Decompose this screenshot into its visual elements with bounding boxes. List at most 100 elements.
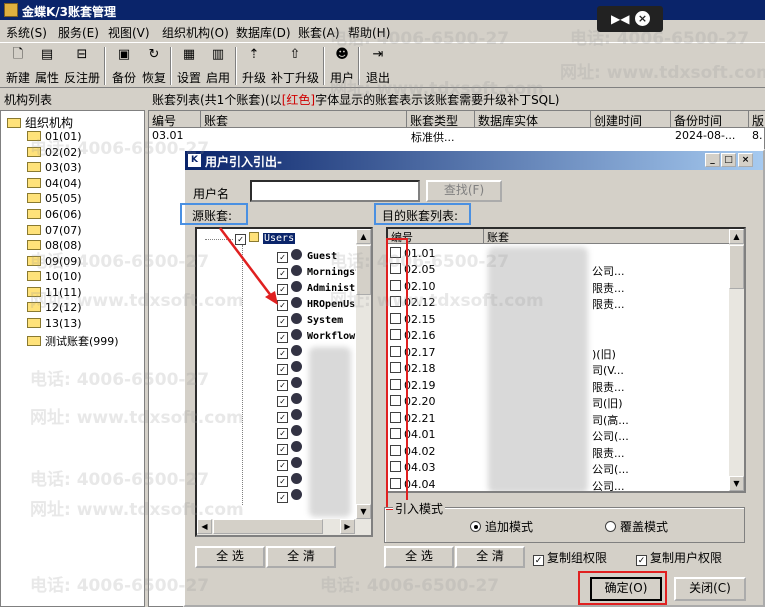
scroll-right-arrow[interactable]: ▶	[340, 519, 355, 534]
row-id[interactable]: 03.01	[152, 129, 184, 142]
tree-item[interactable]: 测试账套(999)	[27, 333, 119, 349]
pin-icon[interactable]: ▶◀	[611, 12, 629, 26]
scroll-down-arrow[interactable]: ▼	[729, 476, 744, 491]
source-user[interactable]: ✓	[277, 473, 307, 487]
scroll-down-arrow[interactable]: ▼	[356, 504, 371, 519]
source-user[interactable]: ✓ Administ	[277, 281, 355, 295]
column-header[interactable]: 备份时间	[671, 111, 749, 128]
source-user[interactable]: ✓	[277, 393, 307, 407]
username-input[interactable]	[250, 180, 420, 202]
source-user[interactable]: ✓	[277, 361, 307, 375]
column-header[interactable]: 编号	[149, 111, 201, 128]
column-header[interactable]: 创建时间	[591, 111, 671, 128]
scroll-thumb[interactable]	[729, 245, 744, 289]
source-user[interactable]: ✓	[277, 345, 307, 359]
checkbox[interactable]: ✓	[277, 412, 288, 423]
scroll-thumb[interactable]	[213, 519, 323, 534]
checkbox[interactable]: ✓	[277, 444, 288, 455]
checkbox[interactable]: ✓	[277, 460, 288, 471]
source-user[interactable]: ✓ Morningst	[277, 265, 361, 279]
column-header[interactable]: 版	[749, 111, 765, 128]
ok-button[interactable]: 确定(O)	[590, 577, 662, 601]
toolbar-upgrade-button[interactable]: ⇡ 升级	[240, 45, 268, 87]
column-header[interactable]: 账套	[201, 111, 407, 128]
scroll-up-arrow[interactable]: ▲	[729, 229, 744, 244]
copy-org-permissions-checkbox[interactable]: ✓ 复制组权限	[533, 549, 607, 566]
source-user[interactable]: ✓ Workflow	[277, 329, 355, 343]
source-horizontal-scrollbar[interactable]: ◀ ▶	[197, 519, 371, 535]
toolbar-unregister-button[interactable]: ⊟ 反注册	[63, 45, 101, 87]
clear-target-button[interactable]: 全 清	[455, 546, 525, 568]
source-vertical-scrollbar[interactable]: ▲ ▼	[356, 229, 371, 519]
checkbox[interactable]: ✓	[533, 555, 544, 566]
clear-source-button[interactable]: 全 清	[266, 546, 336, 568]
radio-button[interactable]	[605, 521, 616, 532]
tree-item[interactable]: 03(03)	[27, 161, 82, 174]
scroll-thumb[interactable]	[356, 245, 371, 295]
source-user[interactable]: ✓	[277, 457, 307, 471]
copy-user-permissions-checkbox[interactable]: ✓ 复制用户权限	[636, 549, 722, 566]
source-user[interactable]: ✓ System	[277, 313, 343, 327]
tree-item[interactable]: 06(06)	[27, 208, 82, 221]
tree-root[interactable]: 组织机构	[7, 114, 73, 131]
target-column-header[interactable]: 账套	[484, 229, 730, 244]
tree-item[interactable]: 04(04)	[27, 177, 82, 190]
checkbox[interactable]: ✓	[277, 316, 288, 327]
toolbar-settings-button[interactable]: ▦ 设置	[175, 45, 203, 87]
checkbox[interactable]: ✓	[277, 396, 288, 407]
checkbox[interactable]: ✓	[636, 555, 647, 566]
source-user[interactable]: ✓ HROpenUs	[277, 297, 355, 311]
toolbar-enable-button[interactable]: ▥ 启用	[204, 45, 232, 87]
tree-item[interactable]: 13(13)	[27, 317, 82, 330]
tree-item[interactable]: 09(09)	[27, 255, 82, 268]
checkbox[interactable]: ✓	[277, 332, 288, 343]
target-account-list[interactable]: 编号 账套 01.01 02.05 02.10 02.12 02.15 02.1…	[386, 227, 746, 493]
tree-item[interactable]: 11(11)	[27, 286, 82, 299]
tree-item[interactable]: 05(05)	[27, 192, 82, 205]
close-icon[interactable]: ×	[635, 11, 650, 26]
tree-item[interactable]: 12(12)	[27, 301, 82, 314]
tree-item[interactable]: 10(10)	[27, 270, 82, 283]
find-button[interactable]: 查找(F)	[426, 180, 502, 202]
tree-item[interactable]: 02(02)	[27, 146, 82, 159]
menu-account[interactable]: 账套(A)	[298, 24, 340, 41]
checkbox[interactable]: ✓	[277, 492, 288, 503]
menu-database[interactable]: 数据库(D)	[236, 24, 291, 41]
overwrite-mode-radio[interactable]: 覆盖模式	[605, 518, 668, 535]
toolbar-restore-button[interactable]: ↻ 恢复	[140, 45, 168, 87]
column-header[interactable]: 账套类型	[407, 111, 475, 128]
toolbar-exit-button[interactable]: ⇥ 退出	[364, 45, 392, 87]
toolbar-properties-button[interactable]: ▤ 属性	[33, 45, 61, 87]
menu-help[interactable]: 帮助(H)	[348, 24, 390, 41]
scroll-left-arrow[interactable]: ◀	[197, 519, 212, 534]
tree-item[interactable]: 08(08)	[27, 239, 82, 252]
toolbar-backup-button[interactable]: ▣ 备份	[110, 45, 138, 87]
checkbox[interactable]: ✓	[277, 348, 288, 359]
toolbar-user-button[interactable]: ☻ 用户	[328, 45, 356, 87]
tree-item[interactable]: 01(01)	[27, 130, 82, 143]
radio-button[interactable]	[470, 521, 481, 532]
menu-service[interactable]: 服务(E)	[58, 24, 99, 41]
checkbox[interactable]: ✓	[277, 476, 288, 487]
source-user[interactable]: ✓	[277, 409, 307, 423]
menu-system[interactable]: 系统(S)	[6, 24, 47, 41]
source-user[interactable]: ✓	[277, 425, 307, 439]
tree-item[interactable]: 07(07)	[27, 224, 82, 237]
source-user[interactable]: ✓	[277, 441, 307, 455]
maximize-button[interactable]: □	[721, 153, 736, 167]
column-header[interactable]: 数据库实体	[475, 111, 591, 128]
source-user[interactable]: ✓	[277, 489, 307, 503]
source-user[interactable]: ✓ Guest	[277, 249, 337, 263]
minimize-button[interactable]: _	[705, 153, 720, 167]
select-all-source-button[interactable]: 全 选	[195, 546, 265, 568]
append-mode-radio[interactable]: 追加模式	[470, 518, 533, 535]
select-all-target-button[interactable]: 全 选	[384, 546, 454, 568]
source-user[interactable]: ✓	[277, 377, 307, 391]
checkbox[interactable]: ✓	[277, 364, 288, 375]
scroll-up-arrow[interactable]: ▲	[356, 229, 371, 244]
checkbox[interactable]: ✓	[277, 428, 288, 439]
menu-view[interactable]: 视图(V)	[108, 24, 150, 41]
close-button[interactable]: ×	[738, 153, 753, 167]
close-dialog-button[interactable]: 关闭(C)	[674, 577, 746, 601]
checkbox[interactable]: ✓	[277, 380, 288, 391]
